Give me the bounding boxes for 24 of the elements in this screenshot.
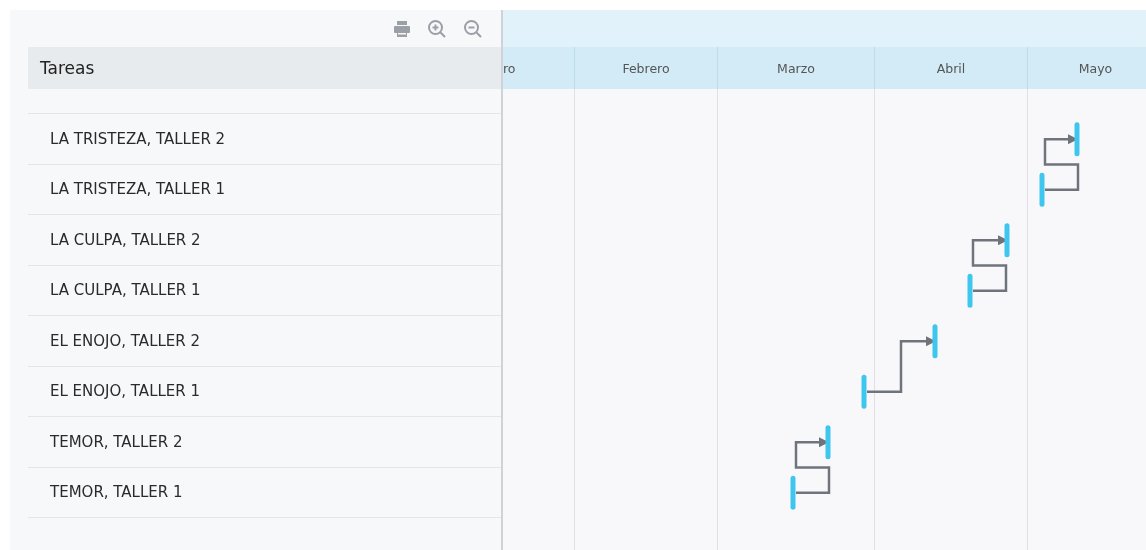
task-name[interactable]: LA TRISTEZA, TALLER 2 <box>50 129 226 148</box>
task-name[interactable]: EL ENOJO, TALLER 1 <box>50 382 201 401</box>
dependency-arrow <box>971 235 1008 292</box>
task-name[interactable]: TEMOR, TALLER 1 <box>50 483 183 502</box>
milestone-marker[interactable] <box>1004 223 1010 258</box>
task-name[interactable]: LA CULPA, TALLER 1 <box>50 281 201 300</box>
dependency-arrow <box>794 437 831 494</box>
milestone-marker[interactable] <box>790 475 796 510</box>
milestone-marker[interactable] <box>967 273 973 308</box>
dependency-arrow <box>867 336 936 393</box>
dependency-arrow <box>1043 134 1080 191</box>
milestone-marker[interactable] <box>1074 122 1080 157</box>
zoom-out-icon[interactable] <box>463 18 483 39</box>
task-name[interactable]: LA TRISTEZA, TALLER 1 <box>50 180 226 199</box>
milestone-marker[interactable] <box>825 425 831 460</box>
task-name[interactable]: TEMOR, TALLER 2 <box>50 432 183 451</box>
task-name[interactable]: LA CULPA, TALLER 2 <box>50 230 201 249</box>
milestone-marker[interactable] <box>1039 172 1045 207</box>
task-name[interactable]: EL ENOJO, TALLER 2 <box>50 331 201 350</box>
milestone-marker[interactable] <box>861 374 867 409</box>
print-icon[interactable] <box>393 19 411 38</box>
column-header: Tareas <box>28 47 501 89</box>
milestone-marker[interactable] <box>932 324 938 359</box>
zoom-in-icon[interactable] <box>427 18 447 39</box>
